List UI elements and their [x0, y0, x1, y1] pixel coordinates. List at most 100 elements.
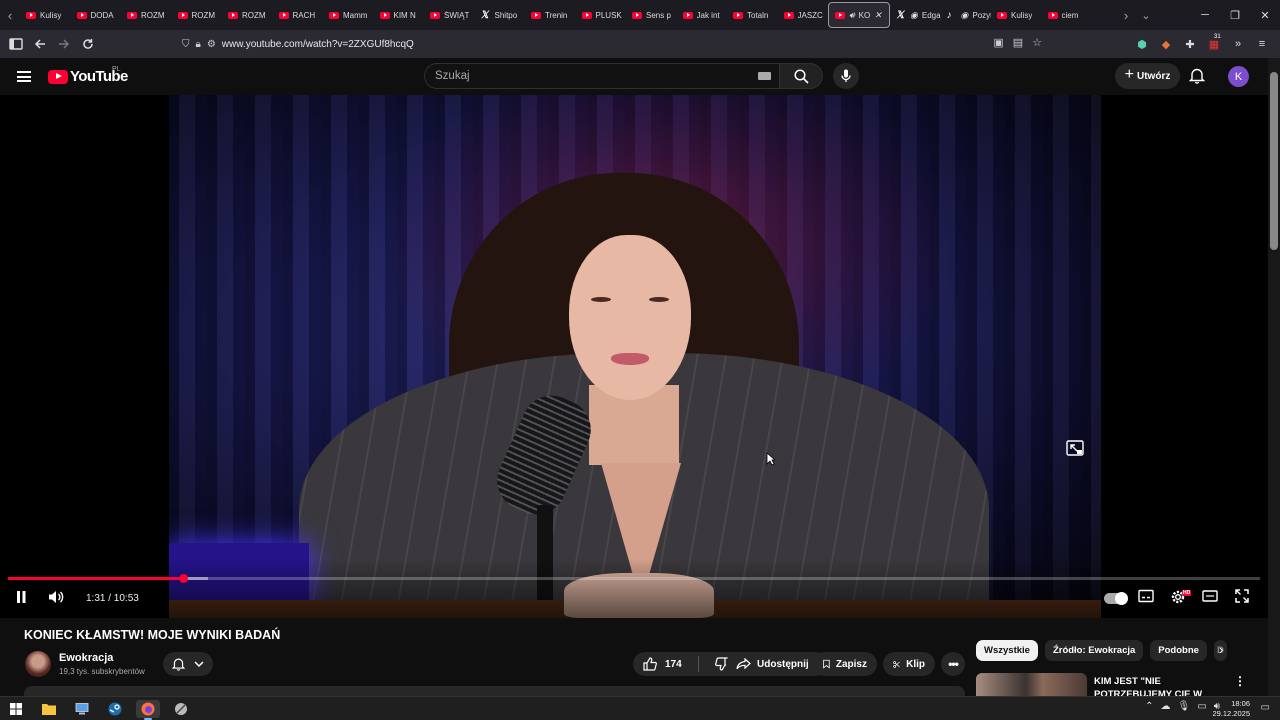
youtube-favicon-icon: [835, 11, 845, 19]
video-frame[interactable]: [169, 95, 1101, 618]
permissions-icon[interactable]: ⚙︎: [207, 39, 216, 50]
reload-button[interactable]: [76, 30, 100, 58]
tabs-scroll-right-icon[interactable]: ›: [1116, 0, 1136, 30]
tabs-scroll-left-icon[interactable]: ‹: [0, 0, 20, 30]
search-input[interactable]: Szukaj: [424, 63, 779, 89]
tabs-list-chevron-icon[interactable]: ⌄: [1136, 0, 1156, 30]
scrollbar-thumb[interactable]: [1270, 72, 1278, 250]
tray-chevron-up-icon[interactable]: ⌃: [1145, 701, 1153, 712]
keyboard-icon[interactable]: [758, 72, 771, 80]
theater-mode-icon[interactable]: [1202, 589, 1218, 603]
back-button[interactable]: [28, 30, 52, 58]
tracking-shield-icon[interactable]: ⛉: [182, 39, 190, 50]
browser-tab[interactable]: KIM N: [374, 2, 425, 28]
browser-tab[interactable]: Sens p: [626, 2, 677, 28]
fox-extension-icon[interactable]: ◆: [1158, 38, 1174, 51]
pause-icon[interactable]: [14, 589, 28, 605]
steam-icon[interactable]: [103, 700, 127, 718]
like-button[interactable]: 174: [633, 652, 692, 676]
create-button[interactable]: + Utwórz: [1115, 63, 1180, 89]
more-actions-icon[interactable]: •••: [941, 652, 965, 676]
browser-tab[interactable]: Jak int: [677, 2, 728, 28]
browser-tab[interactable]: PLUSK: [576, 2, 627, 28]
browser-tab[interactable]: ROZM: [222, 2, 273, 28]
browser-tab[interactable]: ŚWIĄT: [424, 2, 475, 28]
miniplayer-overlay-icon[interactable]: [1066, 440, 1084, 456]
browser-tab[interactable]: 𝕏 Shitpo: [475, 2, 526, 28]
browser-tab[interactable]: ROZM: [172, 2, 223, 28]
description-box[interactable]: [24, 686, 965, 696]
youtube-header: YouTube PL Szukaj + Utwórz K: [0, 58, 1280, 95]
network-icon[interactable]: ▭: [1197, 701, 1206, 712]
recommendation-title[interactable]: KIM JEST "NIE POTRZEBUJEMY CIĘ W NASZYM …: [1094, 675, 1234, 696]
vpn-extension-icon[interactable]: ⬢: [1134, 38, 1150, 51]
calendar-extension-icon[interactable]: ▦ 31: [1206, 34, 1222, 51]
account-avatar[interactable]: K: [1228, 66, 1249, 87]
app-menu-icon[interactable]: ≡: [1254, 38, 1270, 50]
browser-tab[interactable]: RACH: [273, 2, 324, 28]
reader-view-icon[interactable]: ▤: [1013, 36, 1023, 49]
windows-start-icon[interactable]: [4, 700, 28, 718]
channel-name[interactable]: Ewokracja: [59, 652, 113, 664]
extensions-puzzle-icon[interactable]: ✚: [1182, 38, 1198, 51]
close-window-icon[interactable]: ✕: [1250, 9, 1280, 22]
recommendation-thumbnail[interactable]: [976, 673, 1087, 696]
url-text[interactable]: www.youtube.com/watch?v=2ZXGUf8hcqQ: [222, 39, 414, 50]
picture-in-picture-icon[interactable]: ▣: [993, 36, 1003, 49]
share-button[interactable]: Udostępnij: [726, 652, 827, 676]
channel-avatar[interactable]: [25, 651, 51, 677]
minimize-icon[interactable]: ─: [1190, 9, 1220, 21]
restore-icon[interactable]: ❐: [1220, 9, 1250, 22]
file-explorer-icon[interactable]: [37, 700, 61, 718]
search-button[interactable]: [779, 63, 823, 89]
browser-tab[interactable]: 𝕏 ◉Edgar: [890, 2, 941, 28]
satellite-app-icon[interactable]: [169, 700, 193, 718]
save-button[interactable]: Zapisz: [813, 652, 877, 676]
sidebar-toggle-icon[interactable]: [4, 30, 28, 58]
chip-all[interactable]: Wszystkie: [976, 640, 1038, 661]
browser-tab[interactable]: ♪ ◉Pozyty: [941, 2, 992, 28]
browser-tab[interactable]: Trenin: [525, 2, 576, 28]
subtitles-icon[interactable]: [1138, 589, 1154, 603]
chips-next-chevron-icon[interactable]: ›: [1219, 642, 1223, 657]
bell-icon: [172, 658, 185, 671]
browser-tab[interactable]: 🔊︎ KO ✕: [828, 2, 890, 28]
scrubber-handle[interactable]: [178, 574, 188, 583]
onedrive-icon[interactable]: ☁: [1161, 701, 1171, 712]
clip-button[interactable]: Klip: [883, 652, 935, 676]
fullscreen-icon[interactable]: [1235, 589, 1249, 603]
forward-button[interactable]: [52, 30, 76, 58]
browser-tab[interactable]: Kulisy: [991, 2, 1042, 28]
chip-from-channel[interactable]: Źródło: Ewokracja: [1044, 640, 1144, 661]
notifications-bell-icon[interactable]: [1189, 67, 1205, 84]
speaker-tab-icon[interactable]: 🔊︎: [849, 10, 855, 21]
lock-icon[interactable]: 🔒︎: [196, 39, 201, 50]
bookmark-star-icon[interactable]: ☆: [1032, 36, 1042, 49]
eye: [649, 297, 669, 302]
browser-tab[interactable]: DODA: [71, 2, 122, 28]
progress-bar[interactable]: [8, 574, 1260, 583]
browser-tab[interactable]: Mamm: [323, 2, 374, 28]
computer-icon[interactable]: [70, 700, 94, 718]
notifications-icon[interactable]: ▭: [1261, 702, 1270, 713]
microphone-tray-icon[interactable]: 🎙︎: [1178, 701, 1191, 712]
browser-tab[interactable]: JASZC: [778, 2, 829, 28]
browser-tab[interactable]: ROZM: [121, 2, 172, 28]
autoplay-toggle[interactable]: [1104, 592, 1128, 605]
voice-search-button[interactable]: [833, 63, 859, 89]
tab-label: Totaln: [747, 10, 769, 20]
firefox-icon[interactable]: [136, 700, 160, 720]
system-clock[interactable]: 18:06 29.12.2025: [1212, 699, 1250, 719]
recommendation-menu-icon[interactable]: ⋮: [1234, 674, 1246, 688]
url-bar[interactable]: ⛉ 🔒︎ ⚙︎ www.youtube.com/watch?v=2ZXGUf8h…: [176, 33, 1048, 55]
chip-related[interactable]: Podobne: [1150, 640, 1207, 661]
browser-tab[interactable]: ciem: [1042, 2, 1093, 28]
browser-tab[interactable]: Totaln: [727, 2, 778, 28]
video-player[interactable]: 1:31 / 10:53 HD: [0, 95, 1268, 618]
close-tab-icon[interactable]: ✕: [874, 10, 882, 21]
hamburger-menu-icon[interactable]: [17, 71, 31, 82]
subscribed-notifications-button[interactable]: [163, 652, 213, 676]
more-tools-icon[interactable]: »: [1230, 38, 1246, 50]
browser-tab[interactable]: Kulisy: [20, 2, 71, 28]
volume-icon[interactable]: [48, 589, 65, 605]
